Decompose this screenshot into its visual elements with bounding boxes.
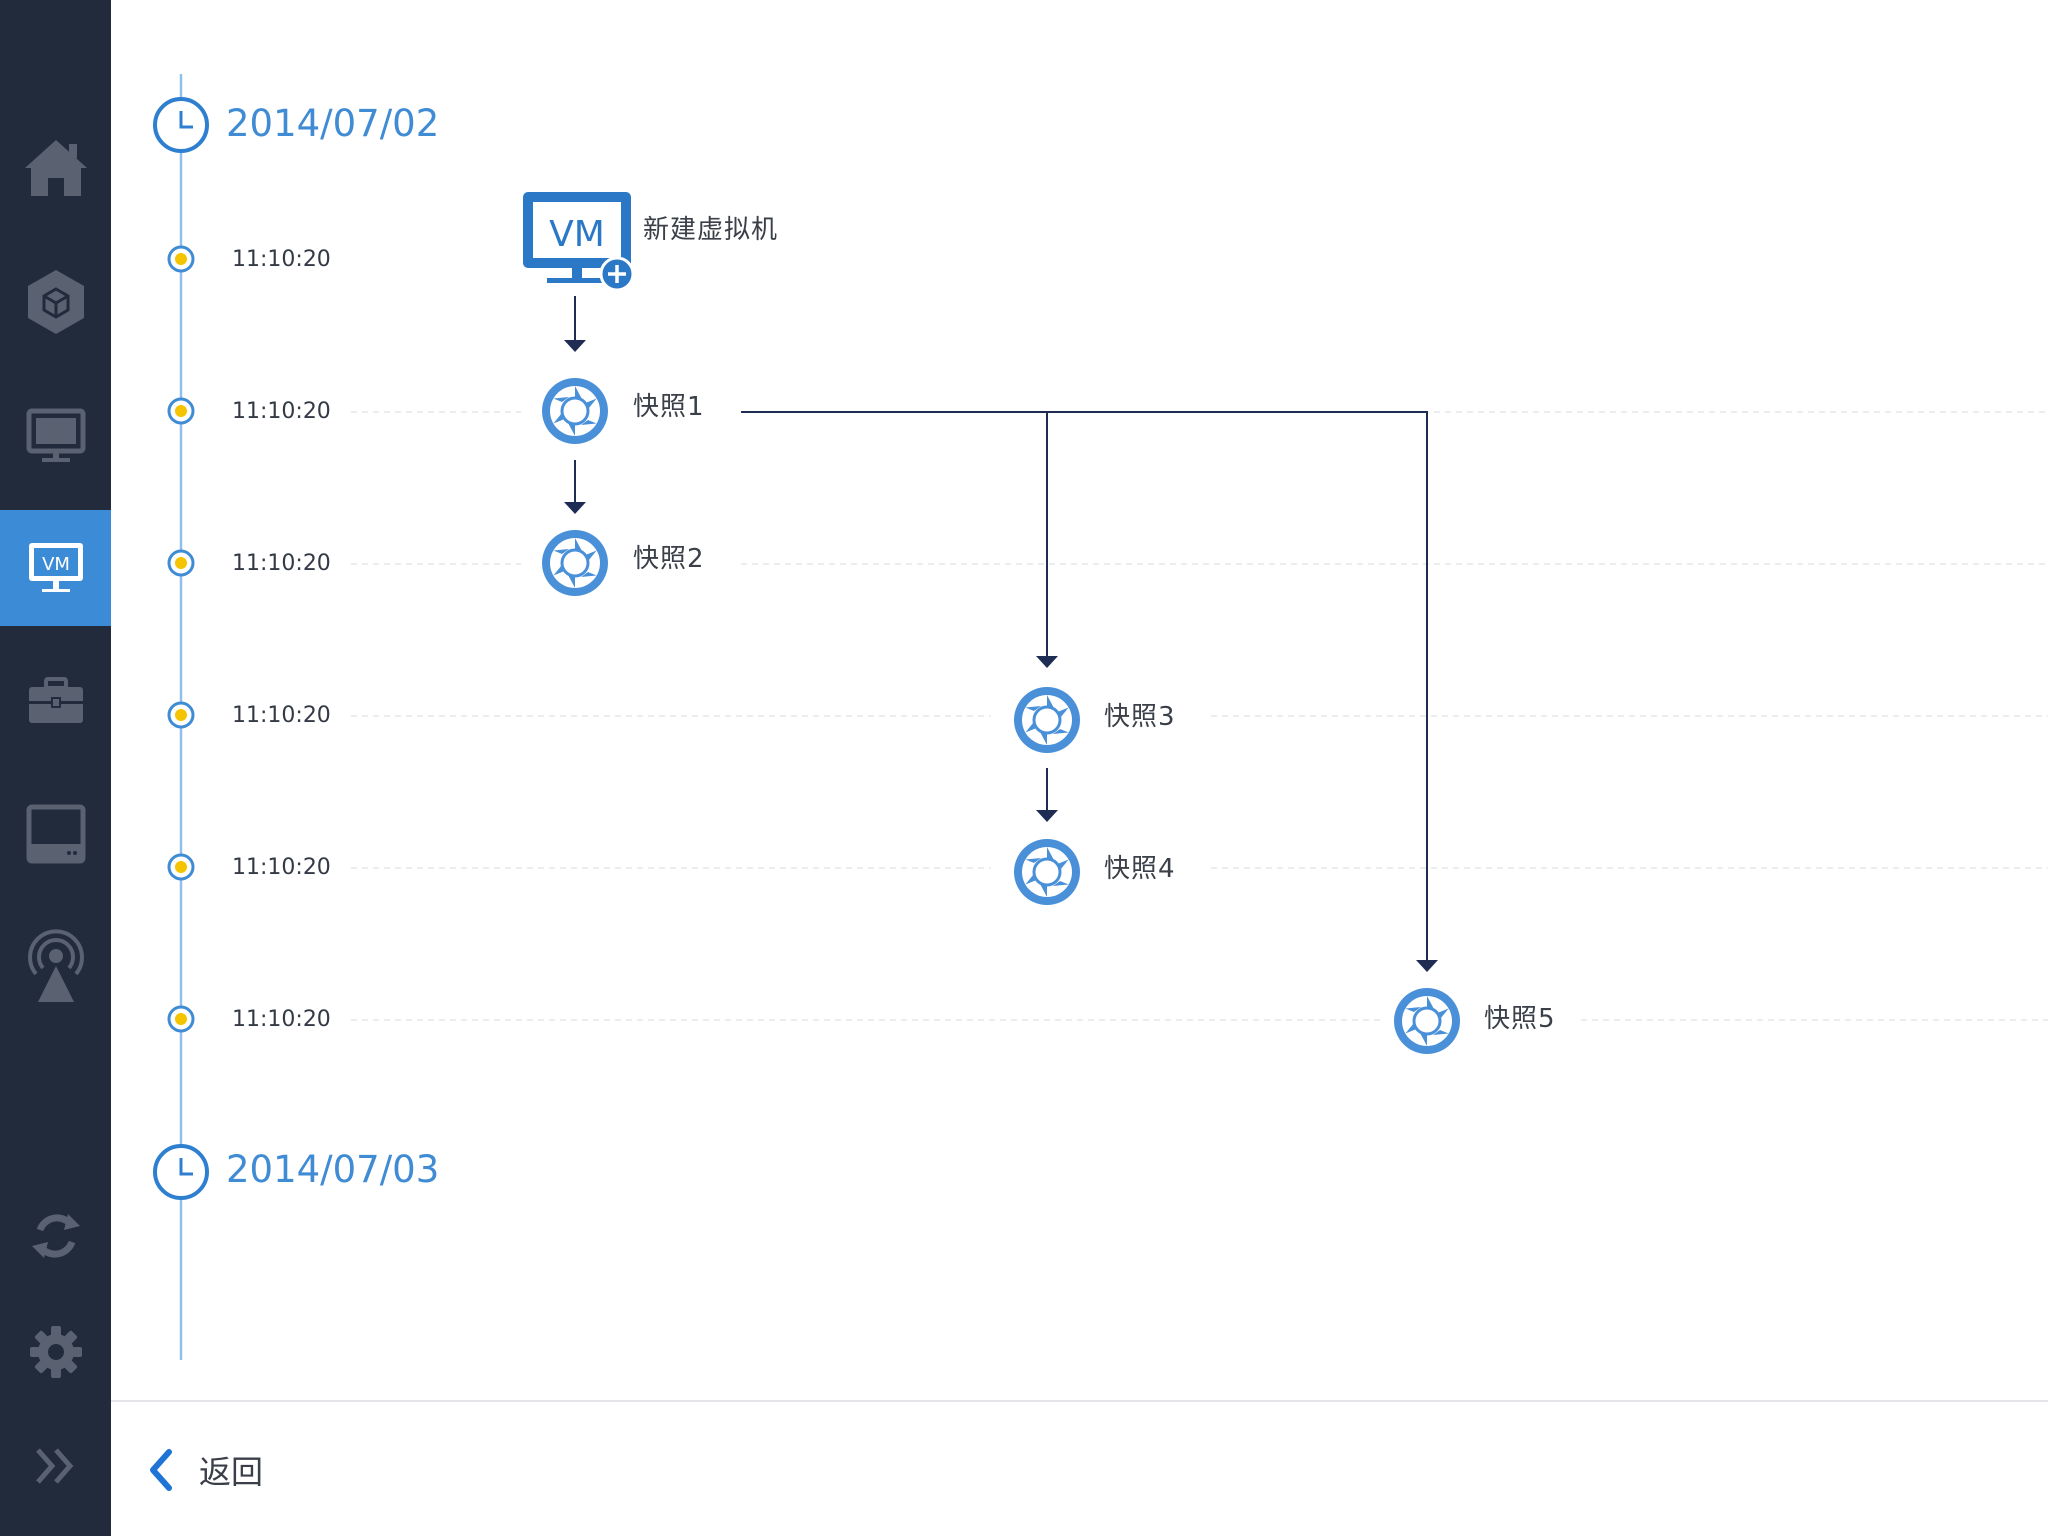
vm-add-icon: VM <box>523 192 635 292</box>
sidebar-item-settings[interactable] <box>0 1294 111 1410</box>
date-label: 2014/07/03 <box>226 1148 440 1191</box>
snapshot-node-1[interactable] <box>539 375 611 452</box>
vm-node-icon-text: VM <box>549 214 605 255</box>
footer-bar: 返回 <box>111 1400 2048 1538</box>
back-label: 返回 <box>199 1453 264 1491</box>
snapshot-label: 快照1 <box>633 392 705 422</box>
date-label: 2014/07/02 <box>226 102 440 145</box>
aperture-icon <box>542 530 608 596</box>
sidebar-item-home[interactable] <box>0 110 111 226</box>
sidebar-item-briefcase[interactable] <box>0 644 111 760</box>
sidebar-item-storage[interactable] <box>0 776 111 892</box>
time-label: 11:10:20 <box>232 551 331 576</box>
row-guides <box>351 411 2048 1021</box>
time-dot <box>167 549 195 577</box>
aperture-icon <box>542 378 608 444</box>
vm-add-node[interactable]: VM <box>521 190 635 294</box>
sidebar-item-vm[interactable]: VM <box>0 510 111 626</box>
time-label: 11:10:20 <box>232 399 331 424</box>
time-dot <box>167 701 195 729</box>
time-dot <box>167 1005 195 1033</box>
snapshot-node-2[interactable] <box>539 527 611 604</box>
snapshot-node-3[interactable] <box>1011 684 1083 761</box>
vm-icon: VM <box>28 543 83 592</box>
briefcase-icon <box>28 677 83 723</box>
sidebar-item-cube[interactable] <box>0 244 111 360</box>
refresh-icon <box>31 1214 80 1258</box>
time-label: 11:10:20 <box>232 855 331 880</box>
storage-icon <box>26 804 85 864</box>
sidebar: VM <box>0 0 111 1536</box>
vm-icon-text: VM <box>42 554 70 575</box>
time-label: 11:10:20 <box>232 703 331 728</box>
time-dot <box>167 245 195 273</box>
back-button[interactable]: 返回 <box>147 1442 263 1498</box>
snapshot-label: 快照5 <box>1484 1004 1556 1034</box>
clock-icon <box>153 97 209 153</box>
sidebar-item-broadcast[interactable] <box>0 908 111 1024</box>
time-dot <box>167 397 195 425</box>
snapshot-timeline: 2014/07/02 2014/07/03 11:10:20 11:10:20 … <box>111 0 2048 1400</box>
snapshot-label: 快照2 <box>633 544 705 574</box>
time-dot <box>167 853 195 881</box>
vm-node-label: 新建虚拟机 <box>643 215 779 245</box>
aperture-icon <box>1014 839 1080 905</box>
sidebar-item-refresh[interactable] <box>0 1178 111 1294</box>
aperture-icon <box>1014 687 1080 753</box>
time-label: 11:10:20 <box>232 247 331 272</box>
chevron-left-icon <box>150 1449 172 1491</box>
home-icon <box>24 140 87 196</box>
snapshot-label: 快照3 <box>1104 702 1176 732</box>
sidebar-item-monitor[interactable] <box>0 378 111 494</box>
sidebar-item-expand[interactable] <box>0 1408 111 1524</box>
aperture-icon <box>1394 988 1460 1054</box>
clock-icon <box>153 1144 209 1200</box>
time-label: 11:10:20 <box>232 1007 331 1032</box>
double-chevron-right-icon <box>35 1448 73 1484</box>
connector-arrowheads <box>564 340 1438 972</box>
cube-icon <box>27 270 84 334</box>
gear-icon <box>29 1326 82 1378</box>
snapshot-label: 快照4 <box>1104 854 1176 884</box>
snapshot-node-4[interactable] <box>1011 836 1083 913</box>
snapshot-node-5[interactable] <box>1391 985 1463 1062</box>
monitor-icon <box>26 408 85 462</box>
broadcast-icon <box>27 929 84 1002</box>
